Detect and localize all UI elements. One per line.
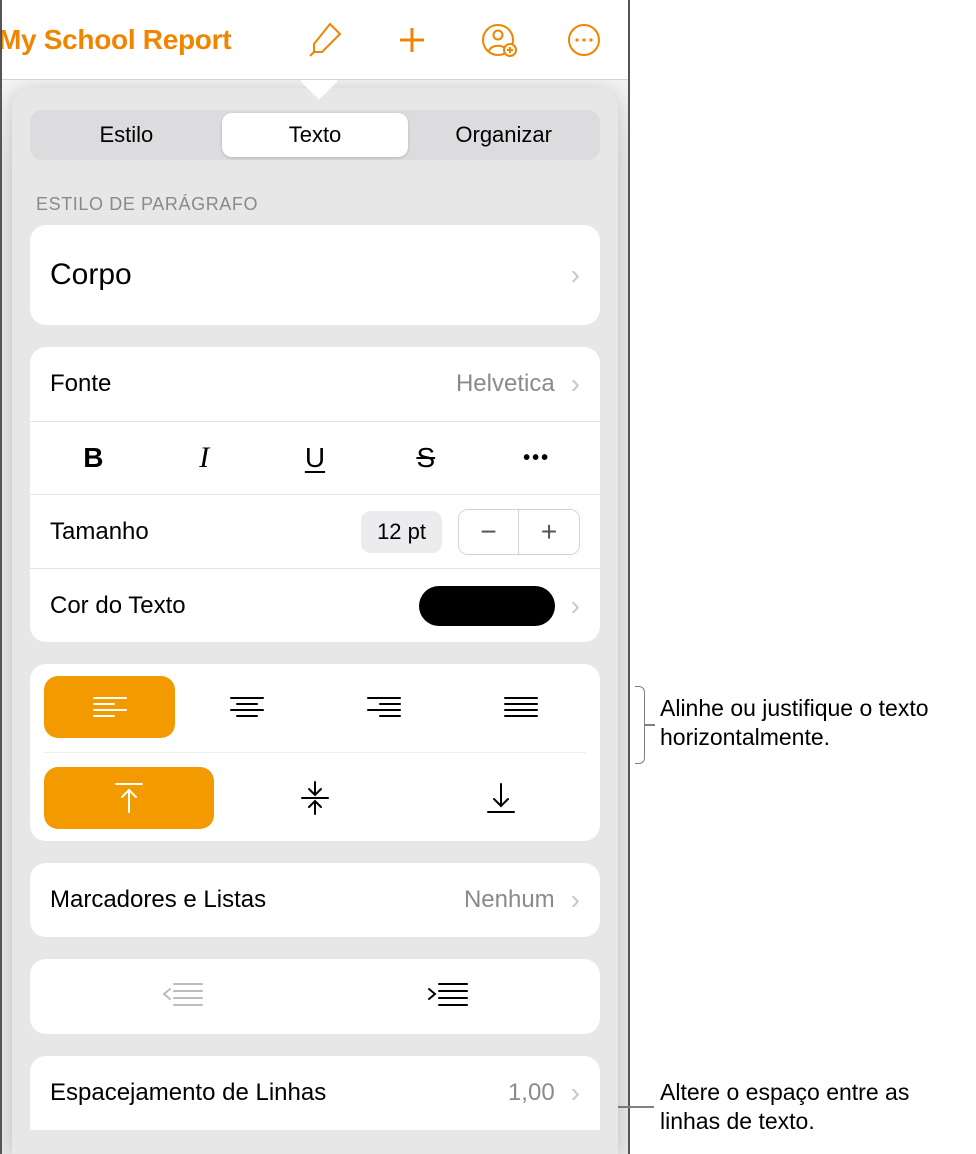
italic-button[interactable]: I [159,436,249,480]
chevron-right-icon: › [571,590,580,622]
document-title[interactable]: My School Report [0,24,231,56]
annotation-bracket-align [635,686,645,764]
text-color-swatch[interactable] [419,586,555,626]
bullets-value: Nenhum [464,886,555,914]
vertical-align-row [44,752,586,829]
indent-button[interactable] [425,979,471,1014]
alignment-card [30,664,600,841]
line-spacing-label: Espacejamento de Linhas [50,1079,326,1107]
valign-top-button[interactable] [44,767,214,829]
font-label: Fonte [50,370,111,398]
more-actions-icon[interactable] [564,20,604,60]
toolbar-actions [306,20,604,60]
bold-button[interactable]: B [48,436,138,480]
chevron-right-icon: › [571,259,580,291]
tab-style[interactable]: Estilo [33,113,220,157]
align-right-button[interactable] [318,676,449,738]
format-inspector-panel: My School Report [0,0,630,1154]
line-spacing-value: 1,00 [508,1079,555,1107]
collaborate-icon[interactable] [478,20,518,60]
strikethrough-button[interactable]: S [381,436,471,480]
text-style-row: B I U S ••• [30,421,600,494]
outdent-button[interactable] [160,979,206,1014]
inspector-popover: Estilo Texto Organizar ESTILO DE PARÁGRA… [2,80,628,1154]
insert-plus-icon[interactable] [392,20,432,60]
line-spacing-row[interactable]: Espacejamento de Linhas 1,00 › [30,1056,600,1130]
underline-button[interactable]: U [270,436,360,480]
align-left-button[interactable] [44,676,175,738]
paragraph-style-header: ESTILO DE PARÁGRAFO [36,194,596,215]
font-row[interactable]: Fonte Helvetica › [30,347,600,421]
horizontal-align-row [44,676,586,738]
paragraph-style-value: Corpo [50,258,132,292]
paragraph-style-card: Corpo › [30,225,600,325]
font-size-stepper: − + [458,509,580,555]
inspector-tabs: Estilo Texto Organizar [30,110,600,160]
text-color-row[interactable]: Cor do Texto › [30,568,600,642]
line-spacing-card: Espacejamento de Linhas 1,00 › [30,1056,600,1130]
valign-middle-button[interactable] [230,767,400,829]
valign-bottom-button[interactable] [416,767,586,829]
indent-card [30,959,600,1034]
format-brush-icon[interactable] [306,20,346,60]
more-text-options-button[interactable]: ••• [492,436,582,480]
font-size-decrease[interactable]: − [459,510,519,554]
annotation-align-text: Alinhe ou justifique o texto horizontalm… [660,694,970,752]
font-size-row: Tamanho 12 pt − + [30,494,600,568]
align-center-button[interactable] [181,676,312,738]
chevron-right-icon: › [571,368,580,400]
text-color-label: Cor do Texto [50,592,186,620]
align-justify-button[interactable] [455,676,586,738]
top-toolbar: My School Report [2,0,628,80]
chevron-right-icon: › [571,1077,580,1109]
annotation-leader-align [645,724,655,726]
chevron-right-icon: › [571,884,580,916]
font-size-increase[interactable]: + [519,510,579,554]
font-size-value[interactable]: 12 pt [361,511,442,553]
bullets-label: Marcadores e Listas [50,886,266,914]
annotation-spacing-text: Altere o espaço entre as linhas de texto… [660,1078,970,1136]
tab-arrange[interactable]: Organizar [410,113,597,157]
font-card: Fonte Helvetica › B I U S ••• Tamanho [30,347,600,642]
bullets-card: Marcadores e Listas Nenhum › [30,863,600,937]
font-size-label: Tamanho [50,518,149,546]
tab-text[interactable]: Texto [222,113,409,157]
font-value: Helvetica [456,370,555,398]
bullets-row[interactable]: Marcadores e Listas Nenhum › [30,863,600,937]
paragraph-style-row[interactable]: Corpo › [30,225,600,325]
